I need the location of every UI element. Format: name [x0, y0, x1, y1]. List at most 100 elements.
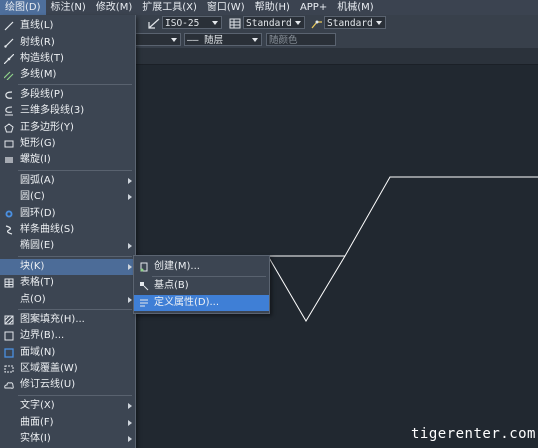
line-icon	[4, 21, 14, 31]
block-submenu-item-0[interactable]: 创建(M)...	[134, 259, 269, 275]
multiline-icon	[4, 71, 14, 80]
draw-menu-item-10[interactable]: 圆(C)	[0, 189, 135, 205]
draw-menu-item-8[interactable]: 螺旋(I)	[0, 152, 135, 168]
wipeout-icon	[4, 365, 14, 373]
draw-menu-item-label: 射线(R)	[20, 37, 55, 48]
draw-menu-item-label: 矩形(G)	[20, 138, 56, 149]
draw-menu-item-20[interactable]: 区域覆盖(W)	[0, 361, 135, 377]
draw-menu-item-label: 多段线(P)	[20, 89, 64, 100]
region-icon	[4, 348, 14, 358]
block-submenu-item-2[interactable]: 定义属性(D)...	[134, 295, 269, 311]
polygon-icon	[4, 123, 14, 133]
draw-menu-item-label: 面域(N)	[20, 347, 56, 358]
draw-menu-item-label: 文字(X)	[20, 400, 55, 411]
table-icon	[4, 278, 14, 288]
spline-icon	[5, 225, 13, 235]
submenu-arrow-icon	[128, 243, 132, 249]
block-submenu-item-1[interactable]: 基点(B)	[134, 278, 269, 294]
multileaderstyle-select[interactable]: Standard	[324, 16, 386, 29]
submenu-arrow-icon	[128, 420, 132, 426]
draw-menu-item-16[interactable]: 点(O)	[0, 292, 135, 308]
draw-menu-item-18[interactable]: 边界(B)...	[0, 328, 135, 344]
draw-menu-item-13[interactable]: 椭圆(E)	[0, 238, 135, 254]
dimstyle-value: ISO-25	[165, 18, 200, 29]
block-submenu-item-label: 创建(M)...	[154, 261, 200, 272]
menu-extend-tools[interactable]: 扩展工具(X)	[137, 0, 202, 15]
base-point-icon	[140, 282, 149, 291]
menu-separator	[18, 395, 132, 396]
menu-modify[interactable]: 修改(M)	[91, 0, 137, 15]
draw-menu-item-22[interactable]: 文字(X)	[0, 398, 135, 414]
draw-menu-item-4[interactable]: 多段线(P)	[0, 87, 135, 103]
linetype-select[interactable]: —— 随层	[184, 33, 262, 46]
dimstyle-icon[interactable]	[148, 18, 160, 29]
block-submenu: 创建(M)... 基点(B) 定义属性(D)...	[133, 255, 270, 314]
draw-menu-item-label: 区域覆盖(W)	[20, 363, 78, 374]
3d-polyline-icon	[5, 106, 13, 116]
draw-menu-item-17[interactable]: 图案填充(H)...	[0, 312, 135, 328]
draw-menu-item-label: 图案填充(H)...	[20, 314, 85, 325]
draw-menu-item-21[interactable]: 修订云线(U)	[0, 377, 135, 393]
menu-window[interactable]: 窗口(W)	[202, 0, 250, 15]
menu-help[interactable]: 帮助(H)	[250, 0, 295, 15]
draw-menu-dropdown: 直线(L) 射线(R) 构造线(T) 多线(M) 多段线(P) 三维多段线(3) 正多边形(…	[0, 15, 136, 448]
menu-mechanical[interactable]: 机械(M)	[332, 0, 378, 15]
rectangle-icon	[4, 140, 14, 148]
revcloud-icon	[4, 382, 14, 389]
menu-draw[interactable]: 绘图(D)	[0, 0, 46, 15]
draw-menu-item-5[interactable]: 三维多段线(3)	[0, 103, 135, 119]
draw-menu-item-label: 圆环(D)	[20, 208, 56, 219]
draw-menu-item-11[interactable]: 圆环(D)	[0, 206, 135, 222]
donut-icon	[5, 210, 13, 218]
multileaderstyle-icon[interactable]	[311, 18, 323, 29]
menu-separator	[18, 309, 132, 310]
draw-menu-item-label: 圆(C)	[20, 191, 45, 202]
draw-menu-item-label: 表格(T)	[20, 277, 54, 288]
multileaderstyle-value: Standard	[327, 18, 373, 29]
dimstyle-select[interactable]: ISO-25	[162, 16, 222, 29]
lineweight-value: 随颜色	[269, 35, 298, 46]
draw-menu-item-15[interactable]: 表格(T)	[0, 275, 135, 291]
draw-menu-item-label: 正多边形(Y)	[20, 122, 74, 133]
helix-icon	[5, 157, 13, 163]
ray-icon	[4, 38, 14, 48]
block-submenu-item-label: 基点(B)	[154, 280, 189, 291]
draw-menu-item-6[interactable]: 正多边形(Y)	[0, 120, 135, 136]
watermark: tigerenter.com	[410, 426, 536, 442]
boundary-icon	[4, 331, 14, 341]
tablestyle-select[interactable]: Standard	[243, 16, 305, 29]
tablestyle-icon[interactable]	[229, 18, 241, 29]
draw-menu-item-label: 直线(L)	[20, 20, 54, 31]
draw-menu-item-label: 实体(I)	[20, 433, 51, 444]
draw-menu-item-label: 构造线(T)	[20, 53, 64, 64]
draw-menu-item-7[interactable]: 矩形(G)	[0, 136, 135, 152]
menu-separator	[18, 170, 132, 171]
submenu-arrow-icon	[128, 264, 132, 270]
polyline-icon	[5, 91, 13, 99]
draw-menu-item-label: 边界(B)...	[20, 330, 65, 341]
draw-menu-item-12[interactable]: 样条曲线(S)	[0, 222, 135, 238]
draw-menu-item-3[interactable]: 多线(M)	[0, 67, 135, 83]
submenu-arrow-icon	[128, 436, 132, 442]
menu-app-plus[interactable]: APP+	[295, 0, 332, 15]
draw-menu-item-9[interactable]: 圆弧(A)	[0, 173, 135, 189]
draw-menu-item-19[interactable]: 面域(N)	[0, 345, 135, 361]
drawn-polyline	[267, 176, 538, 322]
define-attribute-icon	[140, 299, 148, 307]
draw-menu-item-23[interactable]: 曲面(F)	[0, 415, 135, 431]
draw-menu-item-1[interactable]: 射线(R)	[0, 35, 135, 51]
color-select[interactable]	[135, 33, 181, 46]
draw-menu-item-0[interactable]: 直线(L)	[0, 18, 135, 34]
hatch-icon	[4, 315, 14, 325]
menu-dimension[interactable]: 标注(N)	[46, 0, 91, 15]
draw-menu-item-14[interactable]: 块(K)	[0, 259, 135, 275]
submenu-arrow-icon	[128, 194, 132, 200]
menu-separator	[152, 276, 266, 277]
submenu-arrow-icon	[128, 178, 132, 184]
lineweight-select[interactable]: 随颜色	[266, 33, 336, 46]
draw-menu-item-24[interactable]: 实体(I)	[0, 431, 135, 447]
draw-menu-item-label: 样条曲线(S)	[20, 224, 75, 235]
block-create-icon	[140, 262, 148, 272]
draw-menu-item-2[interactable]: 构造线(T)	[0, 51, 135, 67]
linetype-value: —— 随层	[187, 35, 224, 46]
